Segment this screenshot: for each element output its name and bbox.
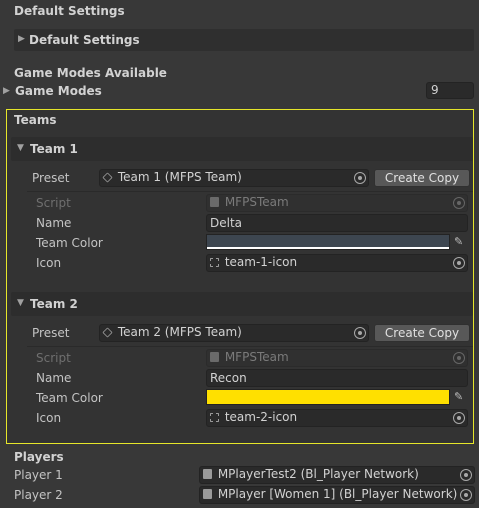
prefab-icon — [203, 469, 212, 479]
default-settings-title: Default Settings — [14, 4, 125, 18]
object-picker-icon — [453, 197, 465, 209]
team-1-name-input[interactable]: Delta — [206, 214, 468, 232]
eyedropper-icon[interactable]: ✎ — [454, 236, 466, 248]
teams-title: Teams — [14, 113, 57, 127]
foldout-expanded-icon: ▼ — [17, 143, 24, 153]
object-picker-icon — [453, 352, 465, 364]
team-2-preset-label: Preset — [32, 326, 70, 340]
team-2-icon-field[interactable]: team-2-icon — [206, 409, 468, 427]
scriptable-object-icon — [102, 172, 113, 183]
object-picker-icon[interactable] — [453, 412, 465, 424]
eyedropper-icon[interactable]: ✎ — [454, 391, 466, 403]
team-1-header[interactable]: ▼ Team 1 — [11, 137, 473, 161]
game-modes-title: Game Modes Available — [14, 66, 167, 80]
default-settings-foldout-label: Default Settings — [29, 33, 140, 47]
prefab-icon — [203, 489, 212, 499]
team-1-script-value: MFPSTeam — [224, 195, 289, 209]
player-1-field[interactable]: MPlayerTest2 (Bl_Player Network) — [199, 466, 475, 484]
object-picker-icon[interactable] — [354, 172, 366, 184]
team-1-preset-field[interactable]: Team 1 (MFPS Team) — [99, 169, 369, 187]
script-icon — [210, 352, 219, 362]
game-modes-foldout-icon[interactable]: ▶ — [3, 86, 15, 96]
sprite-icon — [210, 258, 219, 267]
team-1-preset-value: Team 1 (MFPS Team) — [117, 170, 242, 184]
team-1-icon-value: team-1-icon — [224, 255, 298, 269]
team-2-color-swatch[interactable] — [206, 389, 450, 405]
team-2-icon-value: team-2-icon — [224, 410, 298, 424]
team-2-name-input[interactable]: Recon — [206, 369, 468, 387]
team-2-name-label: Name — [36, 371, 72, 385]
player-1-label: Player 1 — [14, 468, 63, 482]
team-1-header-label: Team 1 — [30, 142, 78, 156]
team-1-color-swatch[interactable] — [206, 234, 450, 250]
player-1-value: MPlayerTest2 (Bl_Player Network) — [217, 467, 419, 481]
team-2-preset-field[interactable]: Team 2 (MFPS Team) — [99, 324, 369, 342]
team-2-preset-value: Team 2 (MFPS Team) — [117, 325, 242, 339]
object-picker-icon[interactable] — [453, 257, 465, 269]
player-2-value: MPlayer [Women 1] (Bl_Player Network) — [217, 487, 458, 501]
team-2-color-label: Team Color — [36, 391, 103, 405]
team-1-name-label: Name — [36, 216, 72, 230]
object-picker-icon[interactable] — [354, 327, 366, 339]
team-1-color-label: Team Color — [36, 236, 103, 250]
default-settings-foldout[interactable]: ▶ Default Settings — [14, 29, 474, 51]
sprite-icon — [210, 413, 219, 422]
team-2-icon-label: Icon — [36, 411, 62, 425]
player-2-label: Player 2 — [14, 488, 63, 502]
team-1-script-label: Script — [36, 196, 71, 210]
player-2-field[interactable]: MPlayer [Women 1] (Bl_Player Network) — [199, 486, 475, 504]
game-modes-label[interactable]: Game Modes — [15, 84, 102, 98]
object-picker-icon[interactable] — [460, 469, 472, 481]
team-2-create-copy-button[interactable]: Create Copy — [374, 324, 470, 342]
team-2-script-label: Script — [36, 351, 71, 365]
scriptable-object-icon — [102, 327, 113, 338]
foldout-expanded-icon: ▼ — [17, 298, 24, 308]
team-1-create-copy-button[interactable]: Create Copy — [374, 169, 470, 187]
team-2-header[interactable]: ▼ Team 2 — [11, 292, 473, 316]
team-2-script-field: MFPSTeam — [206, 349, 468, 367]
team-1-preset-label: Preset — [32, 171, 70, 185]
script-icon — [210, 197, 219, 207]
object-picker-icon[interactable] — [460, 489, 472, 501]
team-1-icon-field[interactable]: team-1-icon — [206, 254, 468, 272]
team-1-script-field: MFPSTeam — [206, 194, 468, 212]
players-title: Players — [14, 450, 64, 464]
team-2-script-value: MFPSTeam — [224, 350, 289, 364]
color-alpha-bar — [207, 247, 449, 249]
team-1-icon-label: Icon — [36, 256, 62, 270]
team-2-header-label: Team 2 — [30, 297, 78, 311]
game-modes-count-field[interactable]: 9 — [426, 82, 474, 99]
